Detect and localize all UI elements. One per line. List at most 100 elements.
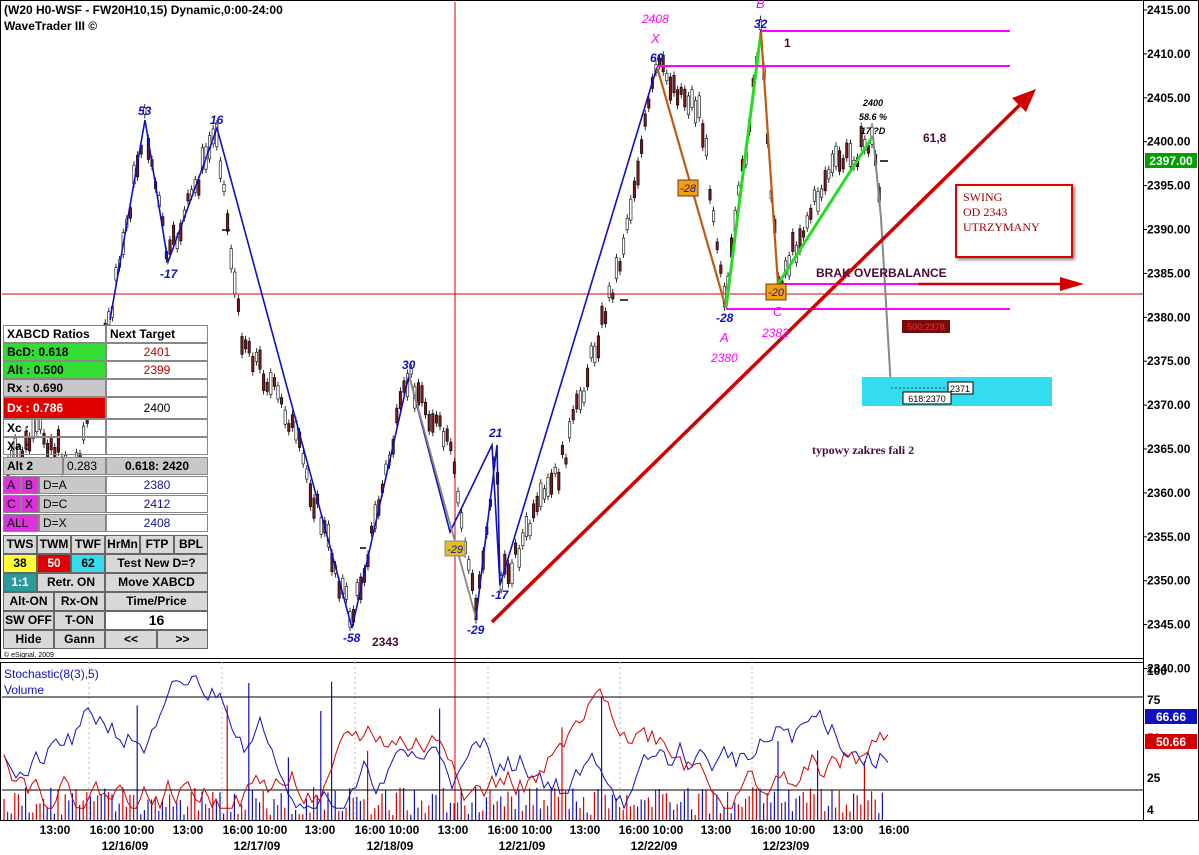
candle-body (830, 153, 834, 173)
candle-body (676, 89, 680, 106)
xabcd-ratios-panel[interactable]: XABCD Ratios Next Target BcD: 0.618 2401… (3, 325, 208, 649)
ratio-xa[interactable]: Xa : (3, 437, 106, 455)
wave-label-m17b: -17 (491, 588, 510, 602)
stoch-tick-label: 100 (1147, 664, 1167, 678)
stoch-indicator-label[interactable]: Stochastic(8(3),5) (4, 667, 99, 681)
alt-on-button[interactable]: Alt-ON (3, 592, 54, 611)
candle-body (600, 305, 604, 325)
date-tick-label: 12/17/09 (234, 839, 281, 853)
target-rx (106, 379, 208, 397)
next-button[interactable]: >> (157, 630, 208, 649)
candle-body (636, 160, 640, 186)
candle-body (715, 241, 719, 250)
d-equals-c[interactable]: D=C (39, 495, 106, 513)
target-alt: 2399 (106, 361, 208, 379)
move-xabcd-button[interactable]: Move XABCD (105, 573, 208, 592)
target-xa (106, 437, 208, 455)
panel-next-target: Next Target (106, 325, 208, 343)
candle-body (672, 75, 676, 94)
candle-body (683, 88, 687, 108)
candle-body (460, 512, 464, 529)
time-tick-label: 13:00 (438, 823, 469, 837)
stochastic-pane[interactable] (0, 662, 1144, 821)
ratio-xc[interactable]: Xc : (3, 419, 106, 437)
ratio-1-1-button[interactable]: 1:1 (3, 573, 37, 592)
price-tick-label: 2395.00 (1147, 179, 1191, 193)
candle-body (823, 170, 827, 192)
candle-body (640, 139, 644, 154)
t-on-button[interactable]: T-ON (54, 611, 105, 630)
value-50[interactable]: 50 (37, 554, 71, 573)
point-c-btn[interactable]: C (3, 495, 21, 513)
candle-body (370, 525, 374, 534)
point-a-label: A (719, 330, 729, 345)
candle-body (233, 271, 237, 295)
point-a-btn[interactable]: A (3, 476, 21, 494)
wave-label-m17a: -17 (160, 267, 179, 281)
candle-body (694, 100, 698, 124)
candle-body (244, 339, 248, 350)
target-d-equals-c: 2412 (106, 495, 208, 513)
time-tick-label: 13:00 (701, 823, 732, 837)
point-b-btn[interactable]: B (21, 476, 39, 494)
prev-button[interactable]: << (105, 630, 157, 649)
candle-body (416, 382, 420, 406)
candle-body (647, 98, 651, 109)
price-tick-label: 2350.00 (1147, 574, 1191, 588)
retr-on-button[interactable]: Retr. ON (37, 573, 105, 592)
price-tick-label: 2385.00 (1147, 266, 1191, 280)
candle-body (816, 191, 820, 212)
gann-button[interactable]: Gann (54, 630, 105, 649)
sw-off-button[interactable]: SW OFF (3, 611, 54, 630)
value-38[interactable]: 38 (3, 554, 37, 573)
d-equals-a[interactable]: D=A (39, 476, 106, 494)
candle-body (319, 517, 323, 535)
candle-body (838, 150, 842, 172)
candle-body (218, 160, 222, 179)
candle-body (596, 335, 600, 359)
volume-indicator-label[interactable]: Volume (4, 683, 44, 697)
panel-title: XABCD Ratios (3, 325, 106, 343)
ratio-alt[interactable]: Alt : 0.500 (3, 361, 106, 379)
all-points-btn[interactable]: ALL (3, 514, 39, 532)
time-tick-label: 16:00 (879, 823, 910, 837)
ratio-dx[interactable]: Dx : 0.786 (3, 397, 106, 419)
alt2-label[interactable]: Alt 2 (3, 457, 63, 475)
tab-twf[interactable]: TWF (71, 535, 105, 554)
alt2-value: 0.283 (63, 457, 106, 475)
price-tick-label: 2355.00 (1147, 530, 1191, 544)
ratio-rx[interactable]: Rx : 0.690 (3, 379, 106, 397)
candle-body (240, 336, 244, 355)
wave-label-16: 16 (210, 113, 224, 127)
test-new-d-button[interactable]: Test New D=? (105, 554, 208, 573)
time-tick-label: 13:00 (173, 823, 204, 837)
candle-body (265, 381, 269, 392)
swing-annotation-box[interactable]: SWING OD 2343 UTRZYMANY (955, 184, 1073, 258)
tab-ftp[interactable]: FTP (140, 535, 174, 554)
stoch-d-value: 50.66 (1156, 735, 1186, 749)
count-label-1: 1 (784, 36, 791, 50)
tab-twm[interactable]: TWM (37, 535, 71, 554)
d-equals-x[interactable]: D=X (39, 514, 106, 532)
candle-body (532, 503, 536, 519)
ratio-bcd[interactable]: BcD: 0.618 (3, 343, 106, 361)
swing-line-1: SWING (963, 190, 1003, 204)
point-x-btn[interactable]: X (21, 495, 39, 513)
hide-button[interactable]: Hide (3, 630, 54, 649)
candle-body (438, 415, 442, 427)
tab-bpl[interactable]: BPL (174, 535, 208, 554)
ratio-box-m28-text: -28 (680, 183, 697, 195)
value-62[interactable]: 62 (71, 554, 105, 573)
candle-body (535, 495, 539, 512)
rx-on-button[interactable]: Rx-ON (54, 592, 105, 611)
candle-body (571, 409, 575, 421)
candle-body (704, 138, 708, 157)
app-name: WaveTrader III © (4, 19, 97, 33)
tab-tws[interactable]: TWS (3, 535, 37, 554)
wave-label-30: 30 (402, 358, 416, 372)
candle-body (442, 431, 446, 448)
tag-2371-text: 2371 (950, 384, 970, 394)
tab-hrmn[interactable]: HrMn (105, 535, 140, 554)
time-price-button[interactable]: Time/Price (105, 592, 208, 611)
candle-body (560, 445, 564, 455)
